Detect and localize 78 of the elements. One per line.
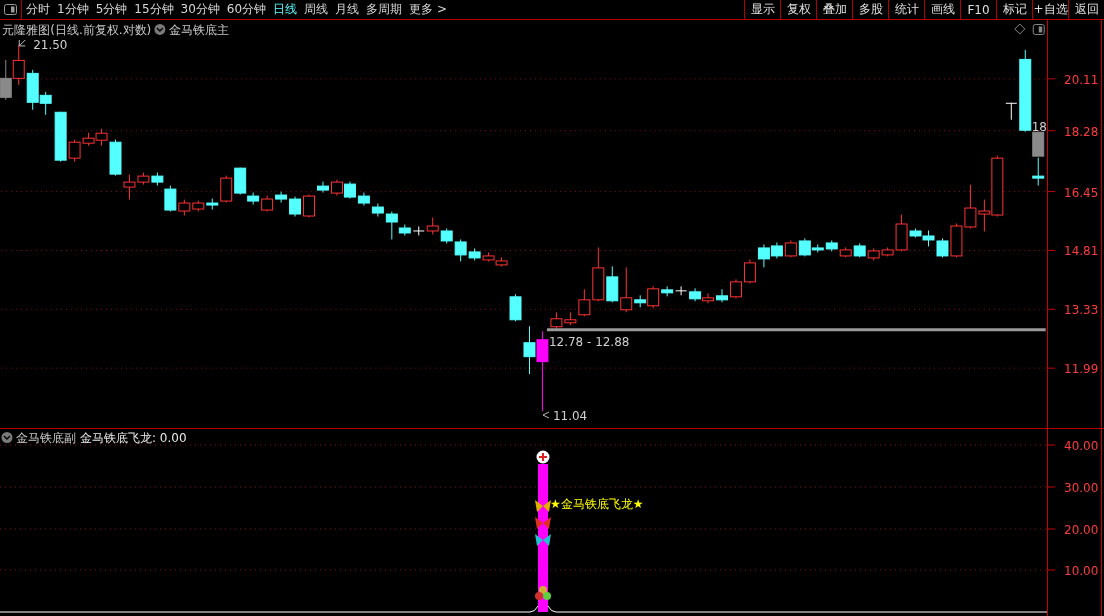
value-axis-label: 20.00: [1064, 523, 1099, 537]
toolbar-button[interactable]: 复权: [780, 0, 816, 19]
period-tab[interactable]: 15分钟: [134, 1, 181, 18]
value-axis-label: 30.00: [1064, 481, 1099, 495]
period-tab[interactable]: 周线: [304, 1, 336, 18]
period-tab[interactable]: 日线: [273, 1, 305, 18]
toolbar-button[interactable]: 叠加: [816, 0, 852, 19]
candle: [784, 239, 797, 258]
low-pointer-icon: [542, 411, 550, 419]
price-axis-label: 16.45: [1064, 185, 1099, 200]
period-tab[interactable]: 60分钟: [226, 1, 274, 18]
candle: [261, 195, 274, 213]
toolbar-button[interactable]: +自选: [1032, 0, 1068, 19]
toolbar-button[interactable]: 返回: [1068, 0, 1104, 19]
period-tab[interactable]: 30分钟: [180, 1, 227, 18]
toolbar-button[interactable]: 统计: [888, 0, 924, 19]
toolbar-button[interactable]: 画线: [924, 0, 960, 19]
candle: [743, 258, 756, 284]
period-tab[interactable]: 更多 >: [409, 1, 454, 18]
period-tab[interactable]: 月线: [335, 1, 367, 18]
candle: [0, 59, 12, 101]
price-axis-label: 14.81: [1064, 244, 1099, 259]
indicator-name: 金马铁底副: [16, 431, 76, 445]
candle: [317, 181, 329, 194]
price-axis-label: 13.33: [1064, 303, 1099, 318]
value-axis-label: 10.00: [1064, 564, 1099, 578]
candle: [330, 179, 343, 197]
candle: [192, 200, 205, 213]
candle: [509, 293, 522, 322]
signal-label: ★金马铁底飞龙★: [550, 497, 644, 511]
period-tab[interactable]: 1分钟: [57, 1, 96, 18]
price-axis-label: 11.99: [1064, 362, 1099, 377]
range-label: 12.78 - 12.88: [548, 335, 630, 350]
period-tab[interactable]: 5分钟: [95, 1, 135, 18]
diamond-icon: [1014, 23, 1026, 35]
butterfly-icon: [535, 500, 551, 512]
candle: [12, 44, 25, 86]
high-pointer-icon: [18, 39, 26, 47]
candle: [343, 181, 356, 200]
plus-circle-icon: [536, 450, 550, 464]
candle: [839, 246, 852, 258]
candle: [495, 256, 508, 267]
candle: [730, 278, 742, 299]
candle: [853, 242, 866, 258]
panel-toggle-icon: [1032, 24, 1045, 35]
butterfly-icon: [535, 534, 551, 546]
toolbar-button[interactable]: F10: [960, 0, 996, 19]
indicator-value: 金马铁底飞龙: 0.00: [80, 431, 187, 445]
candle: [716, 288, 728, 303]
candle: [1032, 157, 1045, 187]
price-axis-label: 20.11: [1064, 72, 1099, 87]
candle: [770, 241, 783, 259]
candle: [303, 194, 315, 218]
panel-toggle-icon: [4, 4, 17, 15]
dropdown-icon: [154, 24, 166, 35]
toolbar-button[interactable]: 多股: [852, 0, 888, 19]
candle: [964, 184, 977, 229]
period-tab[interactable]: 多周期: [366, 1, 410, 18]
period-tab[interactable]: 分时: [26, 1, 57, 18]
high-price-label: 21.50: [33, 37, 68, 52]
price-tag-label: 18: [1031, 119, 1047, 134]
candle: [357, 192, 370, 207]
price-axis-label: 18.28: [1064, 124, 1099, 139]
candle: [757, 243, 770, 268]
candle: [825, 239, 838, 252]
candle: [867, 247, 880, 261]
candle: [702, 292, 715, 304]
butterfly-icon: [535, 517, 551, 529]
low-price-label: 11.04: [552, 409, 588, 423]
value-axis-label: 40.00: [1064, 439, 1099, 453]
toolbar-button[interactable]: 显示: [744, 0, 780, 19]
candle: [482, 251, 495, 262]
indicator-name: 金马铁底主: [168, 22, 229, 37]
chart-title: 元隆雅图(日线.前复权.对数): [2, 22, 152, 37]
candle: [689, 287, 702, 302]
candle: [675, 285, 688, 296]
toolbar-button[interactable]: 标记: [996, 0, 1032, 19]
ball-cluster-icon: [535, 586, 551, 600]
